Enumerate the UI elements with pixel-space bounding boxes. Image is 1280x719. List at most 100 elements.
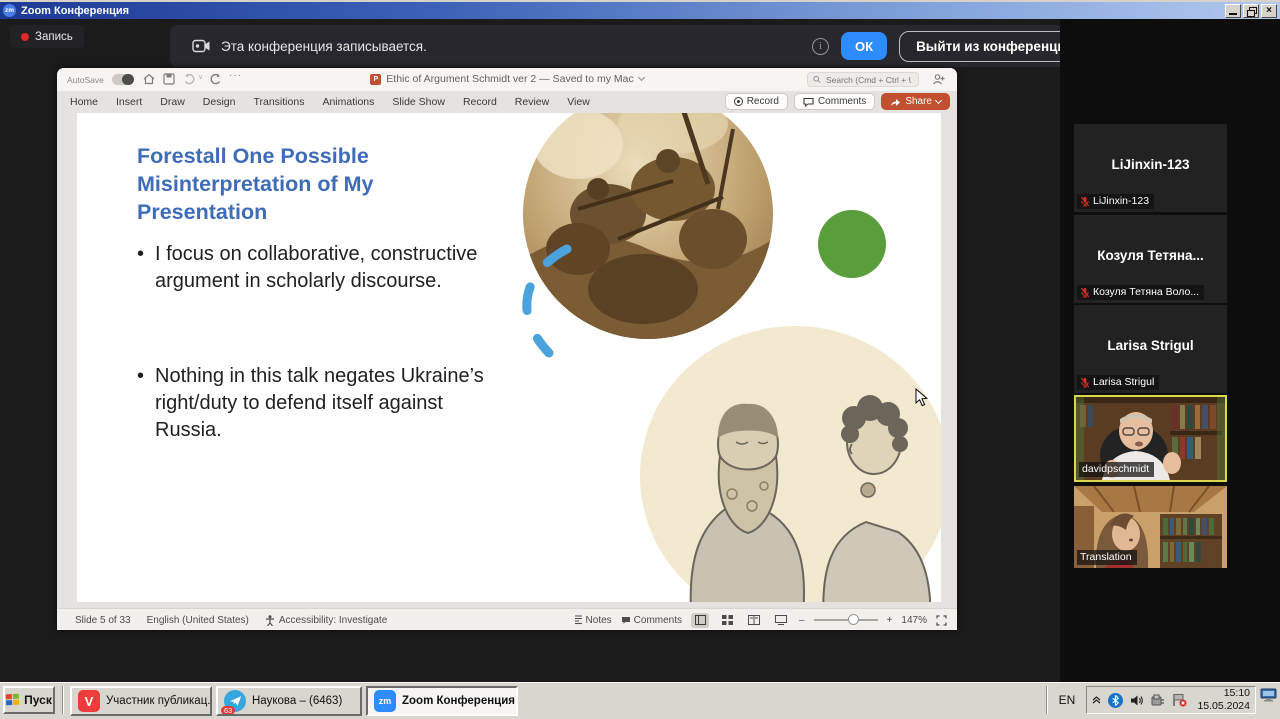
powerpoint-titlebar: AutoSave ∨ ··· P Ethic of Argument Schm (57, 68, 957, 91)
participants-panel: LiJinxin-123 LiJinxin-123 Козуля Тетяна.… (1060, 19, 1280, 682)
search-input[interactable] (824, 74, 913, 86)
ribbon-tabs: Home Insert Draw Design Transitions Anim… (61, 91, 599, 112)
undo-dropdown-icon[interactable]: ∨ (198, 73, 203, 81)
participant-tile[interactable]: Larisa Strigul Larisa Strigul (1074, 305, 1227, 393)
tab-insert[interactable]: Insert (107, 96, 151, 108)
slide-sorter-view-button[interactable] (718, 613, 736, 628)
vivaldi-icon: V (78, 690, 100, 712)
home-icon[interactable] (143, 73, 155, 85)
fit-to-window-icon[interactable] (936, 615, 947, 626)
start-button[interactable]: Пуск (3, 686, 55, 714)
window-titlebar: zm Zoom Конференция × (0, 0, 1280, 19)
slide-bullet-2: • Nothing in this talk negates Ukraine’s… (137, 363, 489, 444)
participant-video[interactable]: Translation (1074, 486, 1227, 568)
save-icon[interactable] (163, 73, 175, 85)
taskbar-clock[interactable]: 15:10 15.05.2024 (1197, 687, 1250, 713)
slideshow-view-button[interactable] (772, 613, 790, 628)
zoom-icon: zm (374, 690, 396, 712)
tab-review[interactable]: Review (506, 96, 558, 108)
mic-muted-icon (1080, 377, 1090, 388)
search-icon (813, 75, 821, 84)
tab-record[interactable]: Record (454, 96, 506, 108)
normal-view-button[interactable] (691, 613, 709, 628)
notes-toggle[interactable]: Notes (574, 615, 612, 626)
mic-muted-icon (1080, 287, 1090, 298)
safely-remove-hardware-icon[interactable] (1151, 694, 1165, 707)
redo-icon[interactable] (209, 73, 222, 85)
restore-button[interactable] (1243, 4, 1259, 18)
reading-view-button[interactable] (745, 613, 763, 628)
show-hidden-icons-chevron[interactable] (1092, 696, 1101, 704)
chevron-down-icon (935, 96, 942, 103)
notes-icon (574, 615, 583, 625)
minimize-button[interactable] (1225, 4, 1241, 18)
tab-draw[interactable]: Draw (151, 96, 194, 108)
info-icon[interactable]: i (812, 38, 829, 55)
taskbar-app-zoom[interactable]: zm Zoom Конференция (366, 686, 518, 716)
record-button[interactable]: Record (725, 93, 788, 110)
share-person-icon[interactable] (932, 73, 945, 86)
autosave-label: AutoSave (67, 75, 104, 85)
zoom-slider[interactable] (814, 619, 878, 621)
ok-button[interactable]: ОК (841, 32, 887, 60)
classical-figures-image (640, 326, 941, 602)
accessibility-icon (265, 615, 275, 626)
more-commands-icon[interactable]: ··· (229, 70, 242, 81)
volume-icon[interactable] (1130, 694, 1144, 707)
search-field[interactable] (807, 72, 919, 87)
document-title: P Ethic of Argument Schmidt ver 2 — Save… (297, 73, 717, 85)
zoom-out-button[interactable]: – (799, 615, 805, 626)
recording-indicator: Запись (10, 25, 84, 48)
zoom-app-window: zm Zoom Конференция × Запись Эта конфере… (0, 0, 1280, 719)
camera-record-icon (192, 39, 211, 53)
show-desktop-icon[interactable] (1260, 688, 1277, 702)
tab-view[interactable]: View (558, 96, 599, 108)
chevron-down-icon[interactable] (638, 74, 645, 81)
participant-name-chip: Larisa Strigul (1077, 375, 1159, 390)
bullet-dot: • (137, 241, 155, 295)
record-dot-icon (734, 97, 743, 106)
participant-name-chip: LiJinxin-123 (1077, 194, 1154, 209)
unread-badge: 63 (221, 706, 235, 715)
comments-toggle[interactable]: Comments (621, 615, 682, 626)
accessibility-status[interactable]: Accessibility: Investigate (279, 615, 387, 626)
bluetooth-icon[interactable] (1108, 693, 1123, 708)
undo-icon[interactable] (183, 73, 196, 85)
banner-text: Эта конференция записывается. (221, 39, 427, 54)
window-title: Zoom Конференция (21, 5, 129, 17)
participant-tile[interactable]: Козуля Тетяна... Козуля Тетяна Воло... (1074, 215, 1227, 303)
windows-logo-icon (6, 694, 21, 707)
taskbar-app-vivaldi[interactable]: V Участник публикац... (70, 686, 212, 716)
comments-icon (621, 616, 631, 625)
participant-video-active-speaker[interactable]: davidpschmidt (1074, 395, 1227, 482)
powerpoint-doc-icon: P (370, 74, 381, 85)
tab-transitions[interactable]: Transitions (244, 96, 313, 108)
zoom-slider-knob[interactable] (848, 614, 859, 625)
share-arrow-icon (890, 97, 901, 107)
share-button[interactable]: Share (881, 93, 950, 110)
participant-name-chip: davidpschmidt (1079, 462, 1154, 477)
bullet-dot: • (137, 363, 155, 444)
action-center-flag-icon[interactable] (1172, 693, 1187, 707)
participant-name-chip: Козуля Тетяна Воло... (1077, 285, 1204, 300)
close-button[interactable]: × (1261, 4, 1277, 18)
zoom-level[interactable]: 147% (901, 615, 927, 626)
green-circle-shape (818, 210, 886, 278)
taskbar-app-telegram[interactable]: 63 Наукова – (6463) (216, 686, 362, 716)
tab-slide-show[interactable]: Slide Show (383, 96, 454, 108)
mic-muted-icon (1080, 196, 1090, 207)
participant-tile[interactable]: LiJinxin-123 LiJinxin-123 (1074, 124, 1227, 212)
zoom-app-icon: zm (3, 4, 16, 17)
tab-home[interactable]: Home (61, 96, 107, 108)
language-setting[interactable]: English (United States) (147, 615, 249, 626)
blue-dashed-arc (497, 241, 627, 366)
language-indicator[interactable]: EN (1052, 686, 1082, 714)
tab-animations[interactable]: Animations (313, 96, 383, 108)
comments-button[interactable]: Comments (794, 93, 875, 110)
tab-design[interactable]: Design (194, 96, 245, 108)
slide-canvas[interactable]: Forestall One Possible Misinterpretation… (77, 113, 941, 602)
zoom-in-button[interactable]: + (887, 615, 893, 626)
slide-title: Forestall One Possible Misinterpretation… (137, 143, 387, 227)
autosave-toggle[interactable] (112, 74, 134, 85)
slide-counter: Slide 5 of 33 (75, 615, 131, 626)
